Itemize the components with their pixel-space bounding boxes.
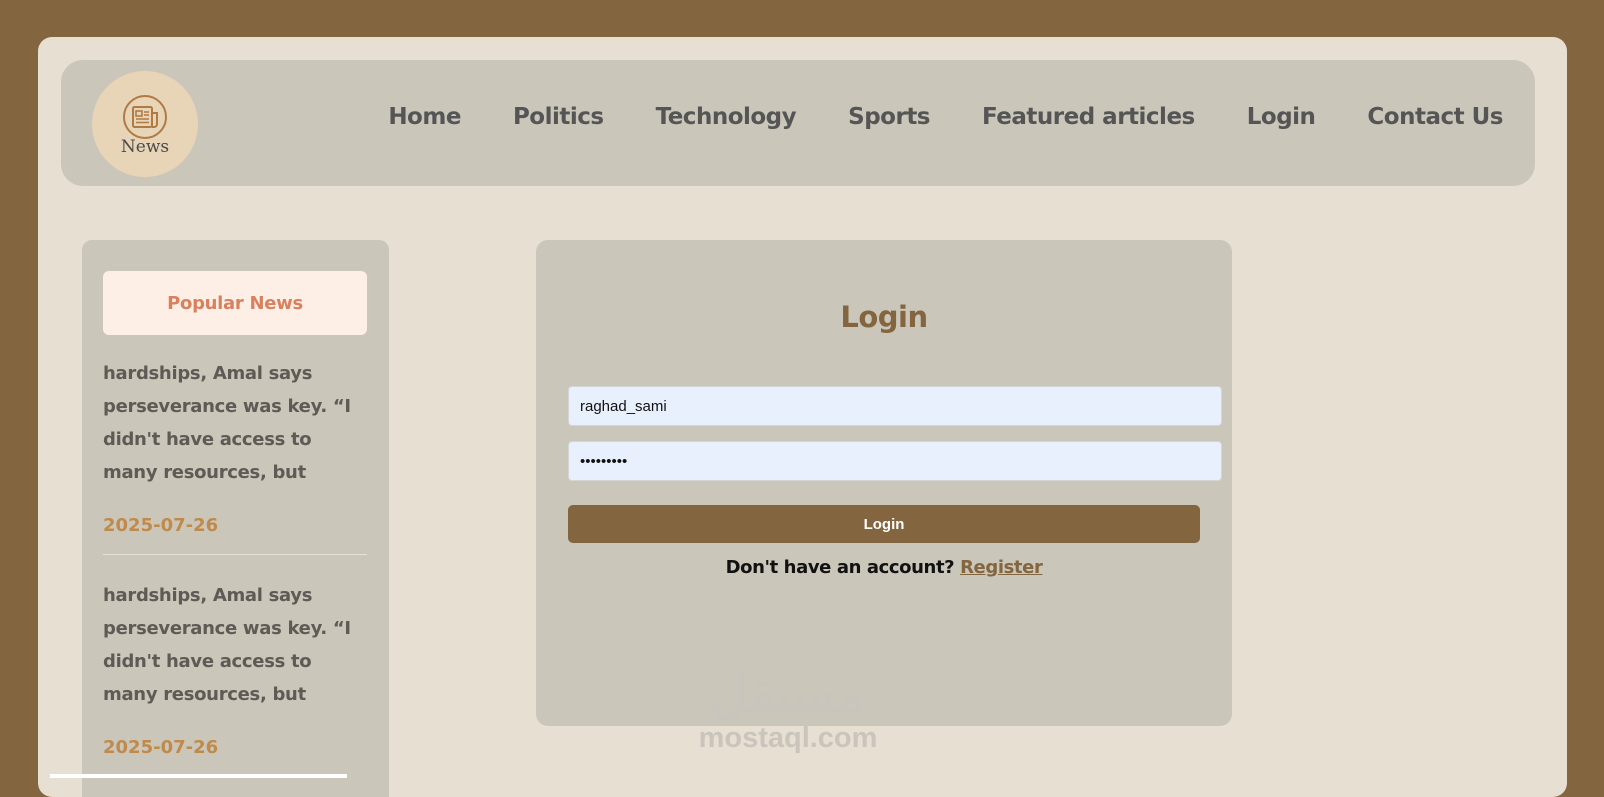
divider bbox=[103, 554, 367, 555]
page-container: News Home Politics Technology Sports Fea… bbox=[38, 37, 1567, 797]
news-date: 2025-07-26 bbox=[103, 515, 219, 536]
news-excerpt[interactable]: hardships, Amal says perseverance was ke… bbox=[103, 357, 367, 489]
login-title: Login bbox=[840, 300, 928, 334]
register-link[interactable]: Register bbox=[960, 557, 1043, 578]
nav-featured-articles[interactable]: Featured articles bbox=[982, 104, 1195, 130]
login-button[interactable]: Login bbox=[568, 505, 1200, 543]
watermark-arabic: مستقل bbox=[710, 666, 866, 724]
username-input[interactable] bbox=[568, 386, 1222, 426]
popular-news-sidebar: Popular News hardships, Amal says persev… bbox=[82, 240, 389, 797]
nav-home[interactable]: Home bbox=[388, 104, 461, 130]
main-nav: Home Politics Technology Sports Featured… bbox=[388, 104, 1503, 130]
newspaper-icon bbox=[123, 95, 167, 139]
site-logo[interactable]: News bbox=[92, 71, 198, 177]
bottom-scroll-strip bbox=[50, 774, 347, 778]
logo-text: News bbox=[120, 137, 170, 157]
register-prompt: Don't have an account? bbox=[725, 557, 955, 578]
news-excerpt[interactable]: hardships, Amal says perseverance was ke… bbox=[103, 579, 367, 711]
register-line: Don't have an account? Register bbox=[536, 557, 1232, 578]
watermark: مستقل mostaql.com bbox=[688, 667, 888, 753]
news-date: 2025-07-26 bbox=[103, 737, 219, 758]
password-input[interactable] bbox=[568, 441, 1222, 481]
nav-login[interactable]: Login bbox=[1247, 104, 1316, 130]
list-item[interactable]: hardships, Amal says perseverance was ke… bbox=[103, 357, 367, 536]
watermark-latin: mostaql.com bbox=[698, 722, 878, 754]
login-card: Login Login Don't have an account? Regis… bbox=[536, 240, 1232, 726]
nav-politics[interactable]: Politics bbox=[513, 104, 604, 130]
list-item[interactable]: hardships, Amal says perseverance was ke… bbox=[103, 579, 367, 758]
nav-technology[interactable]: Technology bbox=[656, 104, 797, 130]
nav-contact-us[interactable]: Contact Us bbox=[1367, 104, 1503, 130]
popular-news-title: Popular News bbox=[103, 271, 367, 335]
site-header: News Home Politics Technology Sports Fea… bbox=[61, 60, 1535, 186]
nav-sports[interactable]: Sports bbox=[848, 104, 930, 130]
